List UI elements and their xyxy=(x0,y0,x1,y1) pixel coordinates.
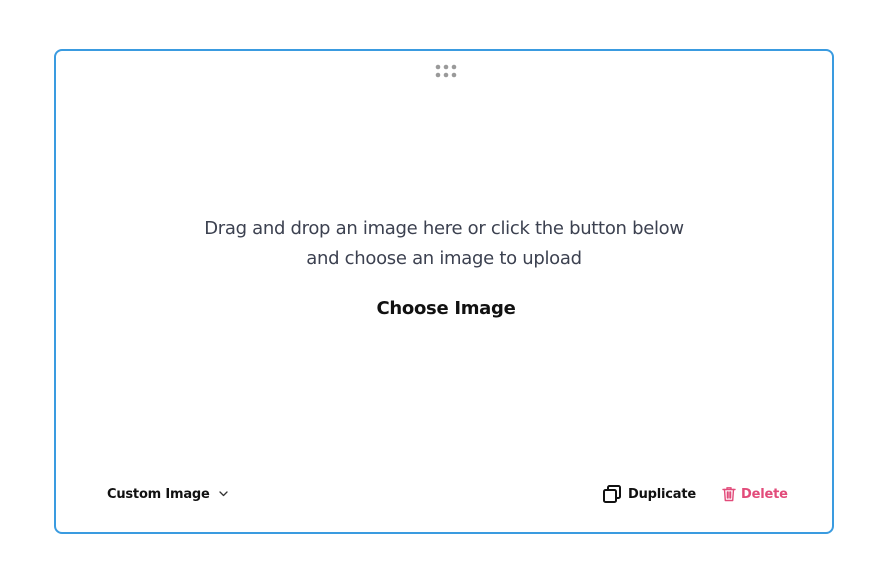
duplicate-button[interactable]: Duplicate xyxy=(602,483,696,505)
upload-instructions: Drag and drop an image here or click the… xyxy=(56,214,832,274)
delete-button[interactable]: Delete xyxy=(722,483,788,505)
drag-handle-icon[interactable] xyxy=(435,64,457,78)
trash-icon xyxy=(722,486,741,502)
block-type-value: Custom Image xyxy=(107,486,210,502)
duplicate-label: Duplicate xyxy=(628,486,696,502)
instructions-line-1: Drag and drop an image here or click the… xyxy=(204,218,684,239)
chevron-down-icon xyxy=(218,491,228,497)
instructions-line-2: and choose an image to upload xyxy=(306,248,582,269)
choose-image-button[interactable]: Choose Image xyxy=(356,291,536,325)
copy-icon xyxy=(602,484,628,504)
delete-label: Delete xyxy=(741,486,788,502)
image-upload-block: Drag and drop an image here or click the… xyxy=(54,49,834,534)
block-type-select[interactable]: Custom Image xyxy=(107,484,228,504)
